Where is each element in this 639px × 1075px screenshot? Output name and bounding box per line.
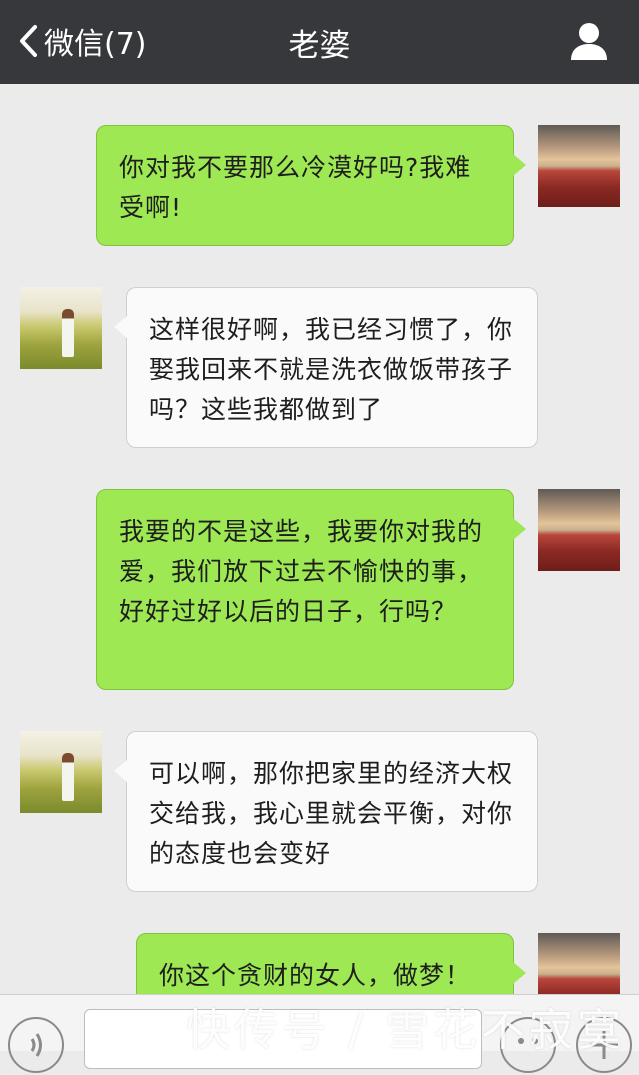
contact-avatar[interactable]: [20, 287, 102, 369]
my-avatar[interactable]: [538, 489, 620, 571]
voice-icon: [30, 1033, 42, 1057]
message-bubble-received[interactable]: 可以啊，那你把家里的经济大权交给我，我心里就会平衡，对你的态度也会变好: [114, 731, 538, 892]
message-bubble-received[interactable]: 这样很好啊，我已经习惯了，你娶我回来不就是洗衣做饭带孩子吗？这些我都做到了: [114, 287, 538, 448]
my-avatar[interactable]: [538, 933, 620, 994]
message-text: 可以啊，那你把家里的经济大权交给我，我心里就会平衡，对你的态度也会变好: [149, 759, 514, 868]
message-bubble-sent[interactable]: 我要的不是这些，我要你对我的爱，我们放下过去不愉快的事，好好过好以后的日子，行吗…: [96, 489, 526, 690]
message-list[interactable]: 你对我不要那么冷漠好吗?我难受啊! 这样很好啊，我已经习惯了，你娶我回来不就是洗…: [0, 84, 639, 994]
my-avatar[interactable]: [538, 125, 620, 207]
navigation-bar: 微信(7) 老婆: [0, 0, 639, 84]
watermark: 快传号 / 雪花不寂寞: [186, 1005, 625, 1056]
voice-button[interactable]: [8, 1017, 64, 1073]
chat-title: 老婆: [288, 28, 351, 64]
person-icon: [571, 23, 607, 60]
message-bubble-sent[interactable]: 你对我不要那么冷漠好吗?我难受啊!: [96, 125, 526, 246]
message-text: 这样很好啊，我已经习惯了，你娶我回来不就是洗衣做饭带孩子吗？这些我都做到了: [149, 315, 514, 424]
message-text: 我要的不是这些，我要你对我的爱，我们放下过去不愉快的事，好好过好以后的日子，行吗…: [119, 517, 484, 626]
profile-button[interactable]: [569, 21, 609, 61]
message-text: 你这个贪财的女人，做梦！: [159, 961, 472, 990]
message-text: 你对我不要那么冷漠好吗?我难受啊!: [119, 153, 472, 222]
contact-avatar[interactable]: [20, 731, 102, 813]
message-bubble-sent[interactable]: 你这个贪财的女人，做梦！: [136, 933, 526, 994]
